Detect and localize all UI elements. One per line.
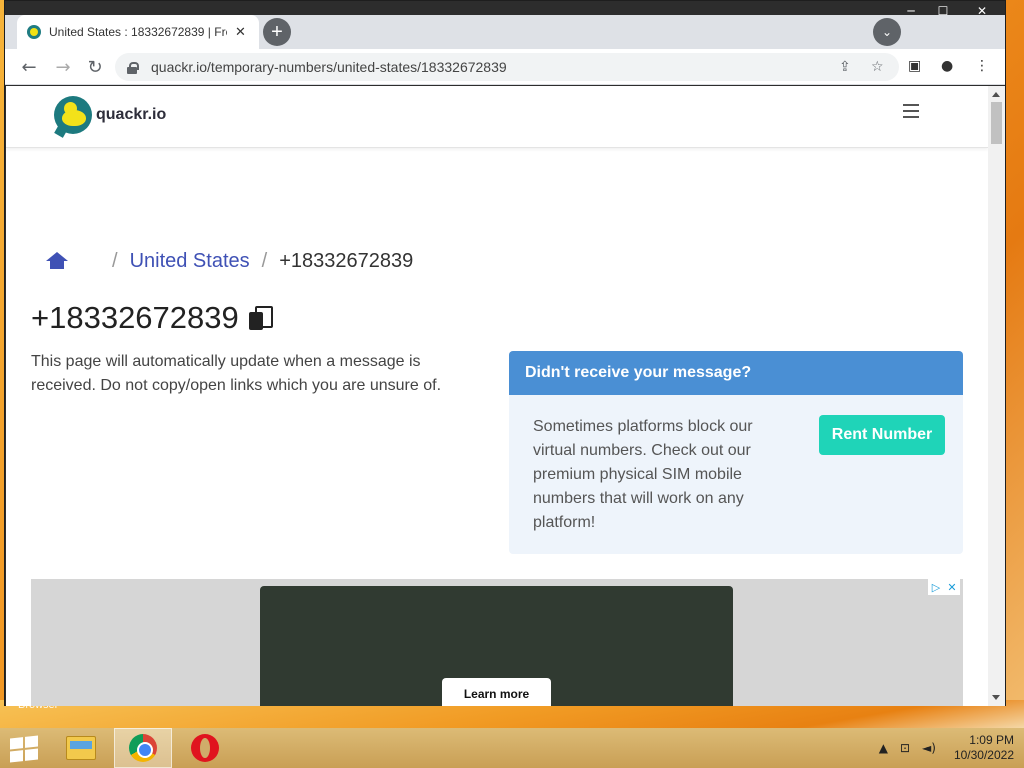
- site-header: quackr.io: [6, 86, 988, 148]
- ad-choices-badge[interactable]: ▷ ✕: [928, 579, 960, 595]
- ad-creative[interactable]: Learn more: [260, 586, 733, 706]
- page-scrollbar[interactable]: [988, 86, 1005, 706]
- url-text[interactable]: quackr.io/temporary-numbers/united-state…: [151, 59, 507, 75]
- learn-more-button[interactable]: Learn more: [442, 678, 551, 706]
- show-hidden-icons-arrow-icon[interactable]: ▲: [879, 741, 888, 755]
- page-title: +18332672839: [31, 300, 273, 336]
- lock-icon[interactable]: [127, 61, 139, 74]
- adchoices-icon[interactable]: ▷: [928, 579, 944, 595]
- browser-toolbar: ← → ↻ quackr.io/temporary-numbers/united…: [5, 49, 1005, 85]
- taskbar-chrome[interactable]: [114, 728, 172, 768]
- quackr-logo-icon[interactable]: [54, 96, 92, 138]
- taskbar: ▲ ⊡ ◄) 1:09 PM 10/30/2022: [0, 728, 1024, 768]
- new-tab-button[interactable]: +: [263, 18, 291, 46]
- clock-date: 10/30/2022: [953, 748, 1014, 762]
- network-icon[interactable]: ⊡: [900, 741, 910, 755]
- opera-icon: [191, 734, 219, 762]
- advertisement[interactable]: Learn more ▷ ✕: [31, 579, 963, 706]
- tab-search-button[interactable]: ⌄: [873, 18, 901, 46]
- menu-kebab-icon[interactable]: ⋮: [975, 58, 989, 74]
- scroll-thumb[interactable]: [991, 102, 1002, 144]
- taskbar-file-explorer[interactable]: [52, 728, 110, 768]
- system-clock[interactable]: 1:09 PM 10/30/2022: [954, 733, 1014, 763]
- tab-close-icon[interactable]: ✕: [235, 24, 246, 40]
- card-title: Didn't receive your message?: [509, 351, 963, 395]
- browser-window: ─ ☐ ✕ United States : 18332672839 | Fre …: [4, 0, 1006, 706]
- reload-button[interactable]: ↻: [83, 55, 107, 79]
- scroll-up-arrow-icon[interactable]: [992, 92, 1000, 97]
- card-description: Sometimes platforms block our virtual nu…: [533, 418, 753, 531]
- maximize-button[interactable]: ☐: [927, 1, 959, 21]
- auto-update-notice: This page will automatically update when…: [31, 353, 442, 394]
- breadcrumb-separator: /: [261, 249, 268, 272]
- breadcrumb-separator: /: [112, 249, 118, 272]
- site-logo-text[interactable]: quackr.io: [96, 106, 166, 124]
- windows-start-icon[interactable]: [10, 735, 38, 763]
- volume-icon[interactable]: ◄): [922, 741, 936, 755]
- share-icon[interactable]: ⇪: [839, 59, 851, 75]
- bookmark-star-icon[interactable]: ☆: [871, 59, 884, 75]
- profile-icon[interactable]: ●: [941, 58, 953, 74]
- duck-favicon-icon: [27, 25, 41, 39]
- breadcrumb-country-link[interactable]: United States: [130, 250, 250, 273]
- file-explorer-icon: [66, 736, 96, 760]
- tab-strip: ─ ☐ ✕ United States : 18332672839 | Fre …: [5, 1, 1005, 49]
- tab-active[interactable]: United States : 18332672839 | Fre ✕: [17, 15, 259, 49]
- side-panel-icon[interactable]: ▣: [908, 58, 921, 74]
- breadcrumb: / United States / +18332672839: [46, 246, 413, 276]
- ad-close-icon[interactable]: ✕: [944, 579, 960, 595]
- minimize-button[interactable]: ─: [895, 1, 927, 21]
- system-tray: ▲ ⊡ ◄) 1:09 PM 10/30/2022: [879, 728, 1014, 768]
- home-icon[interactable]: [46, 252, 68, 270]
- scroll-down-arrow-icon[interactable]: [992, 695, 1000, 700]
- tab-title: United States : 18332672839 | Fre: [49, 25, 227, 39]
- copy-icon[interactable]: [248, 306, 273, 330]
- back-button[interactable]: ←: [17, 55, 41, 79]
- taskbar-opera[interactable]: [176, 728, 234, 768]
- clock-time: 1:09 PM: [969, 733, 1014, 747]
- phone-number: +18332672839: [31, 300, 239, 335]
- address-bar[interactable]: quackr.io/temporary-numbers/united-state…: [115, 53, 899, 81]
- page-viewport: quackr.io / United States / +18332672839…: [6, 86, 988, 706]
- breadcrumb-current: +18332672839: [279, 249, 414, 272]
- rent-number-button[interactable]: Rent Number: [819, 415, 945, 455]
- close-window-button[interactable]: ✕: [959, 1, 1005, 21]
- forward-button[interactable]: →: [51, 55, 75, 79]
- rent-number-card: Didn't receive your message? Sometimes p…: [509, 351, 963, 554]
- window-controls: ─ ☐ ✕: [895, 1, 1005, 21]
- chrome-icon: [129, 734, 157, 762]
- hamburger-menu-icon[interactable]: [903, 104, 919, 118]
